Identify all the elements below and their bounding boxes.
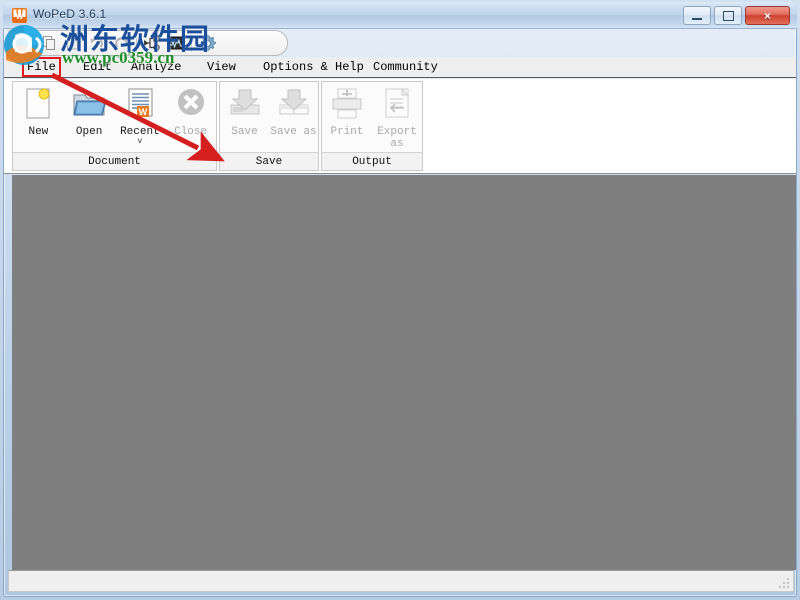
ribbon-group-output: Print Export as Output [321,81,423,171]
ribbon-button-close[interactable]: Close [165,85,216,138]
quick-access-toolbar [8,30,288,56]
ribbon: New Open W Recent ˅ Close Document Save … [4,79,796,174]
close-button[interactable]: × [745,6,790,25]
copy-icon[interactable] [37,32,61,54]
menu-item-view[interactable]: View [204,59,239,75]
ribbon-button-label: Save [231,126,258,138]
application-window: W WoPeD 3.6.1 × File Edit Analyze View O… [0,0,800,600]
ribbon-button-new[interactable]: New [13,85,64,138]
maximize-icon [722,10,734,21]
ribbon-button-label: Print [330,126,364,138]
toolbar-separator [191,34,192,52]
ribbon-button-print[interactable]: Print [322,85,372,138]
svg-text:W: W [139,107,148,117]
recent-documents-icon: W [123,85,157,125]
ribbon-button-label: Save as [270,126,317,138]
window-controls: × [683,6,790,25]
ribbon-group-save: Save Save as Save [219,81,319,171]
svg-text:W: W [16,12,24,21]
minimize-button[interactable] [683,6,711,25]
status-bar [8,570,794,592]
canvas-surface[interactable] [12,175,796,570]
export-doc-icon [379,85,415,125]
close-circle-icon [174,85,208,125]
close-icon: × [763,8,771,23]
woped-icon: W [11,7,28,24]
simulation-icon[interactable] [164,32,188,54]
ribbon-group-title: Output [322,152,422,170]
menu-item-community[interactable]: Community [370,59,441,75]
open-folder-icon [71,85,107,125]
close-document-icon[interactable] [13,32,37,54]
undo-icon[interactable] [85,32,109,54]
chevron-down-icon[interactable]: ˅ [137,137,142,146]
ribbon-group-title: Save [220,152,318,170]
ribbon-button-export-as[interactable]: Export as [372,85,422,150]
menu-item-options-and-help[interactable]: Options & Help [260,59,367,75]
ribbon-group-document: New Open W Recent ˅ Close Document [12,81,217,171]
ribbon-button-label: New [28,126,49,138]
ribbon-button-recent[interactable]: W Recent ˅ [115,85,166,146]
ribbon-button-label: Close [174,126,208,138]
resize-grip-icon[interactable] [778,577,791,590]
tokengame-icon[interactable] [140,32,164,54]
save-as-disk-icon [276,85,312,125]
ribbon-group-title: Document [13,152,216,170]
maximize-button[interactable] [714,6,742,25]
redo-icon[interactable] [109,32,133,54]
save-disk-icon [227,85,263,125]
minimize-icon [692,17,702,20]
printer-icon [329,85,365,125]
menu-bar: File Edit Analyze View Options & Help Co… [4,57,796,78]
menu-item-file[interactable]: File [22,57,61,77]
ribbon-button-open[interactable]: Open [64,85,115,138]
window-title: WoPeD 3.6.1 [33,7,107,21]
document-canvas[interactable] [12,175,796,570]
ribbon-button-label: Export as [377,126,417,150]
new-document-icon [21,85,55,125]
ribbon-button-save[interactable]: Save [220,85,269,138]
settings-gear-icon[interactable] [195,32,219,54]
menu-item-analyze[interactable]: Analyze [128,59,184,75]
menu-item-edit[interactable]: Edit [80,59,115,75]
title-bar: W WoPeD 3.6.1 × [3,2,797,29]
paste-icon[interactable] [61,32,85,54]
toolbar-separator [136,34,137,52]
ribbon-button-label: Open [75,126,103,138]
ribbon-button-save-as[interactable]: Save as [269,85,318,138]
